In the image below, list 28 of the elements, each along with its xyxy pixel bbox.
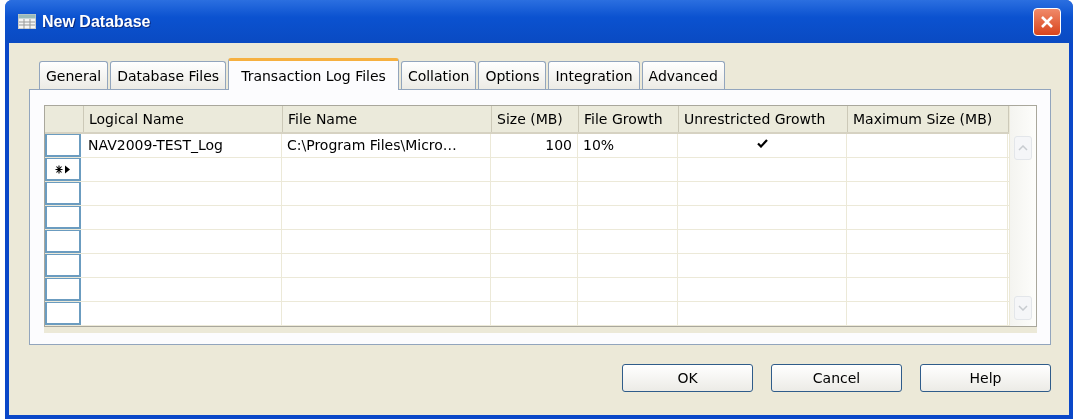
tab[interactable]: Collation: [400, 61, 477, 89]
tab[interactable]: Transaction Log Files: [228, 58, 399, 90]
table-cell: C:\Program Files\Micro…: [282, 134, 491, 157]
tab[interactable]: Integration: [548, 61, 640, 89]
chevron-down-icon: [1018, 305, 1028, 311]
close-button[interactable]: [1033, 7, 1061, 36]
dialog-button[interactable]: Help: [920, 364, 1051, 392]
checkmark-icon[interactable]: [756, 139, 768, 148]
tab[interactable]: General: [39, 61, 109, 89]
table-cell: 10%: [578, 134, 678, 157]
chevron-up-icon: [1018, 145, 1028, 151]
tab[interactable]: Options: [478, 61, 547, 89]
dialog-button[interactable]: Cancel: [771, 364, 902, 392]
dialog-button[interactable]: OK: [622, 364, 753, 392]
column-header[interactable]: Logical Name: [84, 106, 283, 132]
table-cell: NAV2009-TEST_Log: [83, 134, 282, 157]
column-header[interactable]: File Growth: [579, 106, 679, 132]
close-icon: [1040, 14, 1054, 29]
column-header[interactable]: File Name: [283, 106, 492, 132]
column-header[interactable]: Size (MB): [492, 106, 579, 132]
table-cell: 100: [491, 134, 578, 157]
row-selector[interactable]: [45, 158, 81, 181]
tab[interactable]: Database Files: [110, 61, 227, 89]
window-title: New Database: [42, 12, 152, 31]
tab[interactable]: Advanced: [641, 61, 725, 89]
table-icon: [18, 14, 36, 29]
new-row-icon: [55, 164, 71, 174]
column-header[interactable]: Unrestricted Growth: [679, 106, 848, 132]
